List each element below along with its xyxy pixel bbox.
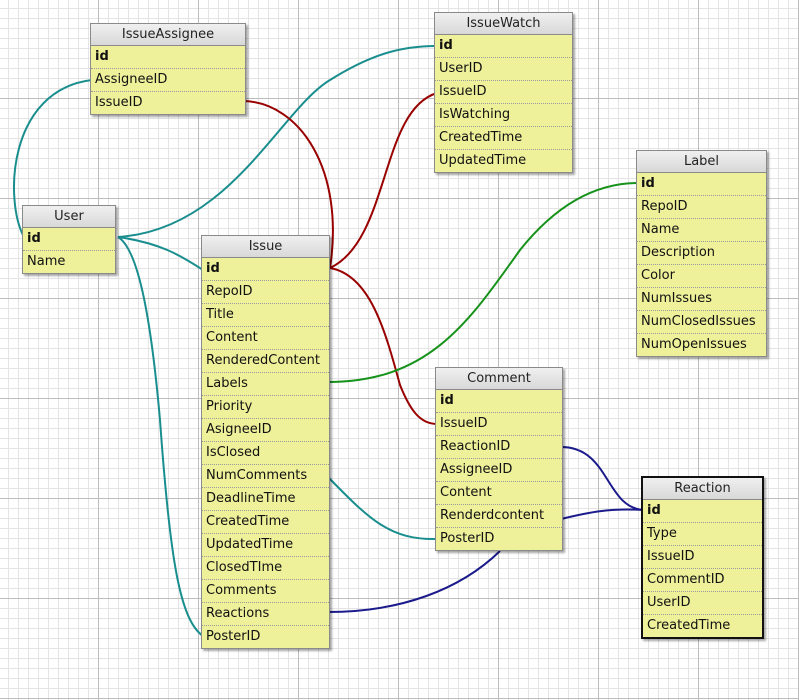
link-issue-comment-poster[interactable] (327, 476, 438, 541)
field-userid[interactable]: UserID (435, 58, 572, 81)
field-iswatching[interactable]: IsWatching (435, 104, 572, 127)
entity-title: Label (637, 151, 766, 173)
field-title[interactable]: Title (202, 304, 329, 327)
field-issueid[interactable]: IssueID (91, 92, 245, 114)
field-createdtime[interactable]: CreatedTime (435, 127, 572, 150)
field-numopenissues[interactable]: NumOpenIssues (637, 334, 766, 356)
link-issue-comment[interactable] (329, 267, 438, 425)
field-closedtime[interactable]: ClosedTIme (202, 557, 329, 580)
field-numissues[interactable]: NumIssues (637, 288, 766, 311)
field-issueid[interactable]: IssueID (436, 413, 562, 436)
entity-title: IssueWatch (435, 13, 572, 35)
entity-reaction[interactable]: Reaction id Type IssueID CommentID UserI… (641, 476, 764, 639)
field-repoid[interactable]: RepoID (637, 196, 766, 219)
field-id[interactable]: id (435, 35, 572, 58)
entity-title: IssueAssignee (91, 24, 245, 46)
field-asigneeid[interactable]: AsigneeID (202, 419, 329, 442)
field-assigneeid[interactable]: AssigneeID (436, 459, 562, 482)
field-isclosed[interactable]: IsClosed (202, 442, 329, 465)
field-name[interactable]: Name (23, 251, 115, 273)
field-renderedcontent[interactable]: RenderedContent (202, 350, 329, 373)
field-labels[interactable]: Labels (202, 373, 329, 396)
field-comments[interactable]: Comments (202, 580, 329, 603)
field-repoid[interactable]: RepoID (202, 281, 329, 304)
field-description[interactable]: Description (637, 242, 766, 265)
field-color[interactable]: Color (637, 265, 766, 288)
field-id[interactable]: id (643, 500, 762, 523)
field-priority[interactable]: Priority (202, 396, 329, 419)
field-renderdcontent[interactable]: Renderdcontent (436, 505, 562, 528)
field-reactionid[interactable]: ReactionID (436, 436, 562, 459)
field-createdtime[interactable]: CreatedTime (643, 615, 762, 637)
field-userid[interactable]: UserID (643, 592, 762, 615)
field-id[interactable]: id (202, 258, 329, 281)
field-issueid[interactable]: IssueID (643, 546, 762, 569)
field-updatedtime[interactable]: UpdatedTime (202, 534, 329, 557)
field-deadlinetime[interactable]: DeadlineTime (202, 488, 329, 511)
field-commentid[interactable]: CommentID (643, 569, 762, 592)
entity-title: User (23, 206, 115, 228)
link-user-issue-poster[interactable] (117, 236, 204, 637)
field-content[interactable]: Content (202, 327, 329, 350)
field-createdtime[interactable]: CreatedTime (202, 511, 329, 534)
entity-label[interactable]: Label id RepoID Name Description Color N… (636, 150, 767, 357)
field-id[interactable]: id (23, 228, 115, 251)
field-reactions[interactable]: Reactions (202, 603, 329, 626)
field-id[interactable]: id (91, 46, 245, 69)
field-assigneeid[interactable]: AssigneeID (91, 69, 245, 92)
field-id[interactable]: id (436, 390, 562, 413)
entity-issue[interactable]: Issue id RepoID Title Content RenderedCo… (201, 235, 330, 649)
field-numcomments[interactable]: NumComments (202, 465, 329, 488)
link-comment-reaction-reactionid[interactable] (560, 446, 645, 511)
link-user-issue[interactable] (117, 236, 204, 271)
field-issueid[interactable]: IssueID (435, 81, 572, 104)
field-posterid[interactable]: PosterID (202, 626, 329, 648)
field-name[interactable]: Name (637, 219, 766, 242)
link-issue-issuewatch[interactable] (329, 92, 438, 269)
entity-title: Reaction (643, 478, 762, 500)
entity-title: Issue (202, 236, 329, 258)
entity-issue-watch[interactable]: IssueWatch id UserID IssueID IsWatching … (434, 12, 573, 173)
entity-comment[interactable]: Comment id IssueID ReactionID AssigneeID… (435, 367, 563, 551)
entity-title: Comment (436, 368, 562, 390)
field-id[interactable]: id (637, 173, 766, 196)
link-comment-reaction-renderdcontent[interactable] (560, 508, 645, 520)
field-content[interactable]: Content (436, 482, 562, 505)
entity-user[interactable]: User id Name (22, 205, 116, 274)
field-updatedtime[interactable]: UpdatedTime (435, 150, 572, 172)
field-numclosedissues[interactable]: NumClosedIssues (637, 311, 766, 334)
link-issue-comment-reactions[interactable] (327, 550, 501, 613)
entity-issue-assignee[interactable]: IssueAssignee id AssigneeID IssueID (90, 23, 246, 115)
link-issue-label[interactable] (327, 182, 639, 383)
field-type[interactable]: Type (643, 523, 762, 546)
field-posterid[interactable]: PosterID (436, 528, 562, 550)
